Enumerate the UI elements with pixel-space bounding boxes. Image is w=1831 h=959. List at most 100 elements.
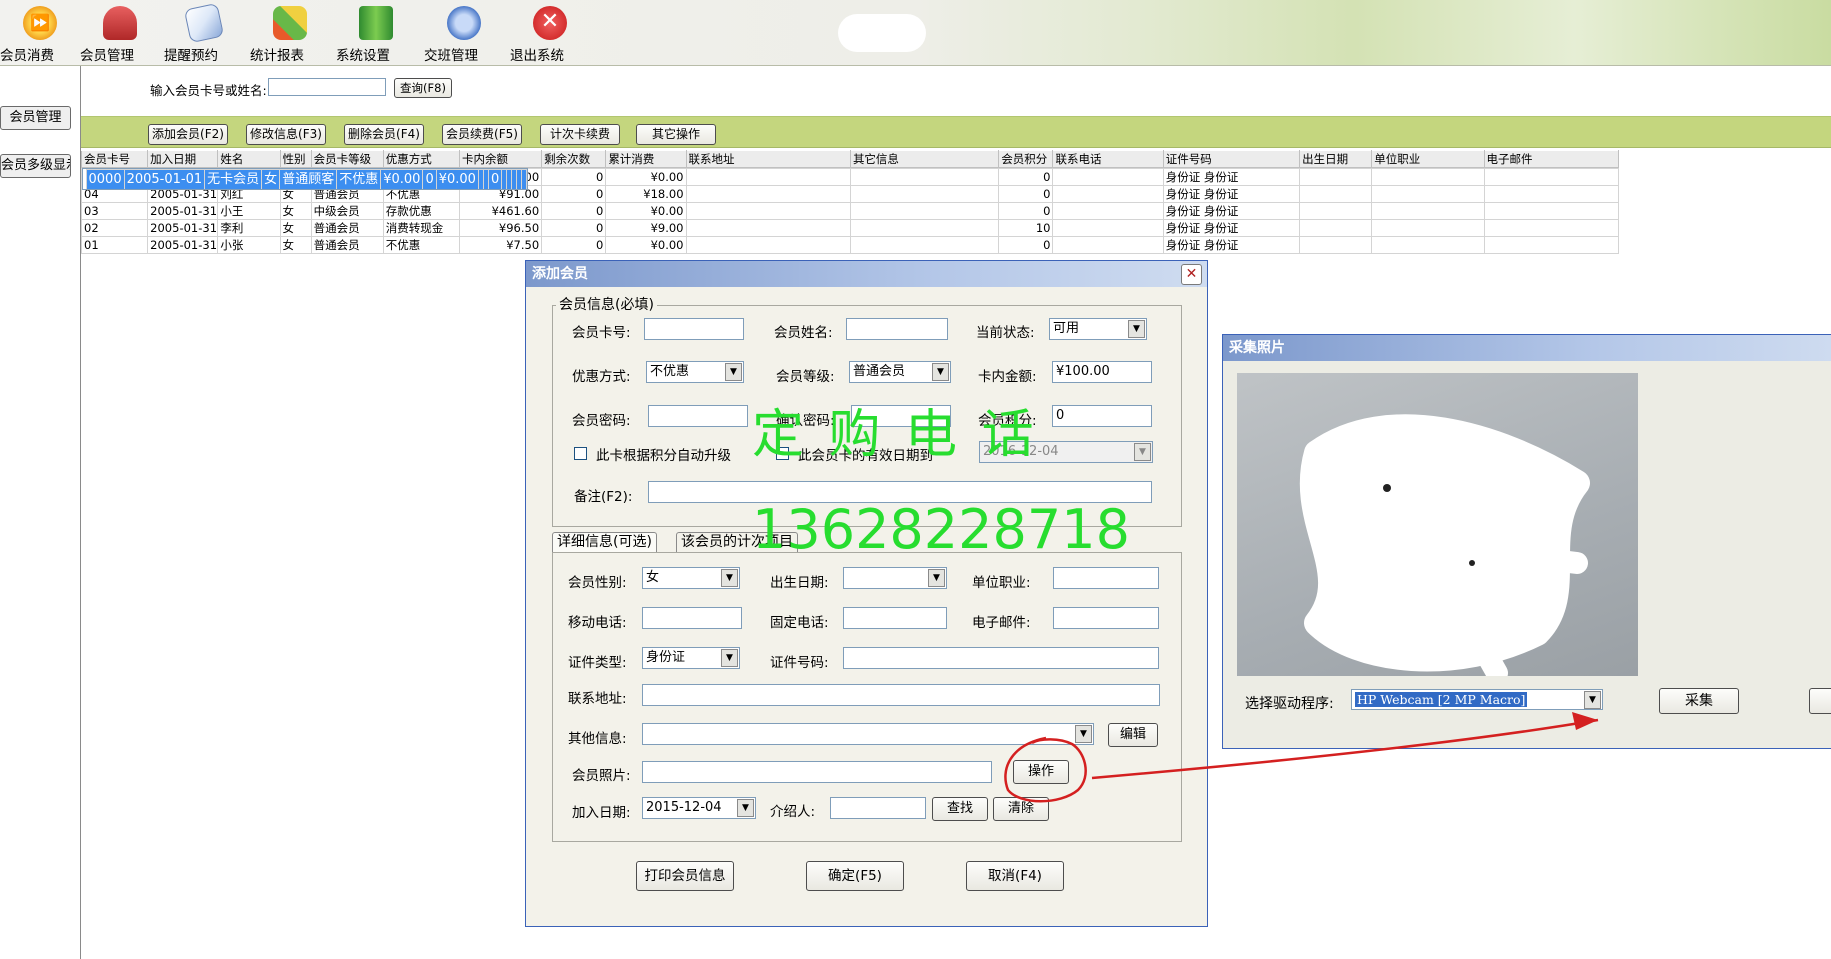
col-discount[interactable]: 优惠方式 [382,150,460,168]
table-row[interactable]: 02 2005-01-31 李利女普通会员 消费转现金 ¥96.50 0 ¥9.00 10 身份… [80,219,1620,237]
table-row[interactable]: 01 2005-01-31 小张女普通会员 不优惠 ¥7.50 0 ¥0.00 0 身份证 身份… [80,236,1620,254]
chevron-down-icon: ▼ [1134,443,1151,461]
photo-operate-button[interactable]: 操作 [1013,760,1069,784]
reminder-button[interactable]: 提醒预约 [164,2,244,64]
status-select[interactable]: 可用 ▼ [1049,318,1147,340]
table-cell [1371,236,1485,254]
col-points[interactable]: 会员积分 [998,150,1054,168]
webcam-preview-image [1299,414,1590,684]
add-member-button[interactable]: 添加会员(F2) [148,124,228,145]
table-cell: 消费转现金 [382,219,460,237]
join-date-picker[interactable]: 2015-12-04 ▼ [642,797,756,819]
card-no-input[interactable] [644,318,744,340]
chevron-down-icon: ▼ [721,649,738,667]
job-input[interactable] [1053,567,1159,589]
ok-button[interactable]: 确定(F5) [806,861,904,891]
webcam-preview [1237,373,1638,684]
table-cell: 03 [80,202,149,220]
phone-input[interactable] [843,607,947,629]
table-cell [1483,185,1620,203]
driver-select[interactable]: HP Webcam [2 MP Macro] ▼ [1351,689,1603,710]
report-button[interactable]: 统计报表 [250,6,330,64]
mobile-input[interactable] [642,607,742,629]
table-cell: 0 [541,236,607,254]
chevron-down-icon: ▼ [932,363,949,381]
edit-button[interactable]: 编辑 [1108,723,1158,747]
edit-member-button[interactable]: 修改信息(F3) [246,124,326,145]
email-input[interactable] [1053,607,1159,629]
confirm-password-label: 确认密码: [776,413,835,429]
col-address[interactable]: 联系地址 [685,150,851,168]
clear-button[interactable]: 清除 [993,797,1049,821]
auto-upgrade-checkbox[interactable] [574,447,587,460]
birthday-picker[interactable]: ▼ [843,567,947,589]
col-balance[interactable]: 卡内余额 [458,150,543,168]
other-ops-button[interactable]: 其它操作 [636,124,716,145]
address-label: 联系地址: [568,691,627,707]
photo-path-input[interactable] [642,761,992,783]
capture-button[interactable]: 采集 [1659,688,1739,714]
password-input[interactable] [648,405,748,427]
exit-button[interactable]: ✕ 退出系统 [510,6,590,64]
table-cell [521,169,528,189]
delete-member-button[interactable]: 删除会员(F4) [344,124,424,145]
table-cell: 0 [487,169,503,189]
table-cell: ¥0.00 [380,169,424,189]
address-input[interactable] [642,684,1160,706]
col-level[interactable]: 会员卡等级 [310,150,384,168]
col-gender[interactable]: 性别 [279,150,312,168]
expiry-date-picker[interactable]: 2016-12-04 ▼ [979,441,1153,463]
expiry-checkbox[interactable] [776,447,789,460]
col-other[interactable]: 其它信息 [849,150,1000,168]
nav-member-manage[interactable]: 会员管理 [0,106,71,130]
cancel-button[interactable]: 取消(F4) [966,861,1064,891]
name-input[interactable] [846,318,948,340]
member-manage-button[interactable]: 会员管理 [80,6,160,64]
col-birthday[interactable]: 出生日期 [1299,150,1373,168]
id-no-input[interactable] [843,647,1159,669]
table-cell: ¥0.00 [605,202,687,220]
tab-detail[interactable]: 详细信息(可选) [552,532,657,552]
balance-input[interactable]: ¥100.00 [1052,361,1152,383]
col-name[interactable]: 姓名 [217,150,281,168]
settings-icon [359,6,393,40]
search-input[interactable] [268,78,386,96]
col-phone[interactable]: 联系电话 [1052,150,1164,168]
id-type-select[interactable]: 身份证 ▼ [642,647,740,669]
settings-button[interactable]: 系统设置 [336,6,416,64]
col-total-spend[interactable]: 累计消费 [605,150,687,168]
discount-select[interactable]: 不优惠 ▼ [646,361,744,383]
chevron-down-icon: ▼ [928,569,945,587]
referrer-input[interactable] [830,797,926,819]
print-member-button[interactable]: 打印会员信息 [636,861,734,891]
table-row[interactable]: 0000 2005-01-01 无卡会员女普通顾客 不优惠 ¥0.00 0 ¥0.00 0 [81,168,529,190]
member-consume-button[interactable]: ⏩ 会员消费 [0,6,80,64]
points-input[interactable]: 0 [1052,405,1152,427]
redacted-blob [838,14,926,52]
tab-count-items[interactable]: 该会员的计次项目 [676,532,798,552]
table-cell: 0 [998,202,1054,220]
table-cell [1483,202,1620,220]
renew-count-card-button[interactable]: 计次卡续费 [540,124,620,145]
col-remaining[interactable]: 剩余次数 [541,150,607,168]
gender-select[interactable]: 女 ▼ [642,567,740,589]
table-row[interactable]: 03 2005-01-31 小王女中级会员 存款优惠 ¥461.60 0 ¥0.00 0 身份证… [80,202,1620,220]
col-join-date[interactable]: 加入日期 [147,150,219,168]
query-button[interactable]: 查询(F8) [394,78,452,98]
handover-button[interactable]: 交班管理 [424,6,504,64]
other-info-select[interactable]: ▼ [642,723,1094,745]
col-card-no[interactable]: 会员卡号 [80,150,149,168]
close-icon[interactable]: ✕ [1181,264,1202,285]
remark-input[interactable] [648,481,1152,503]
chevron-down-icon: ▼ [1584,691,1601,709]
renew-member-button[interactable]: 会员续费(F5) [442,124,522,145]
nav-member-multilevel[interactable]: 会员多级显示 [0,154,71,178]
find-button[interactable]: 查找 [932,797,988,821]
table-cell: 2005-01-31 [147,236,219,254]
photo-second-button[interactable] [1809,688,1831,714]
confirm-password-input[interactable] [851,405,951,427]
level-select[interactable]: 普通会员 ▼ [849,361,951,383]
col-email[interactable]: 电子邮件 [1483,150,1620,168]
col-job[interactable]: 单位职业 [1371,150,1485,168]
col-id-no[interactable]: 证件号码 [1162,150,1301,168]
